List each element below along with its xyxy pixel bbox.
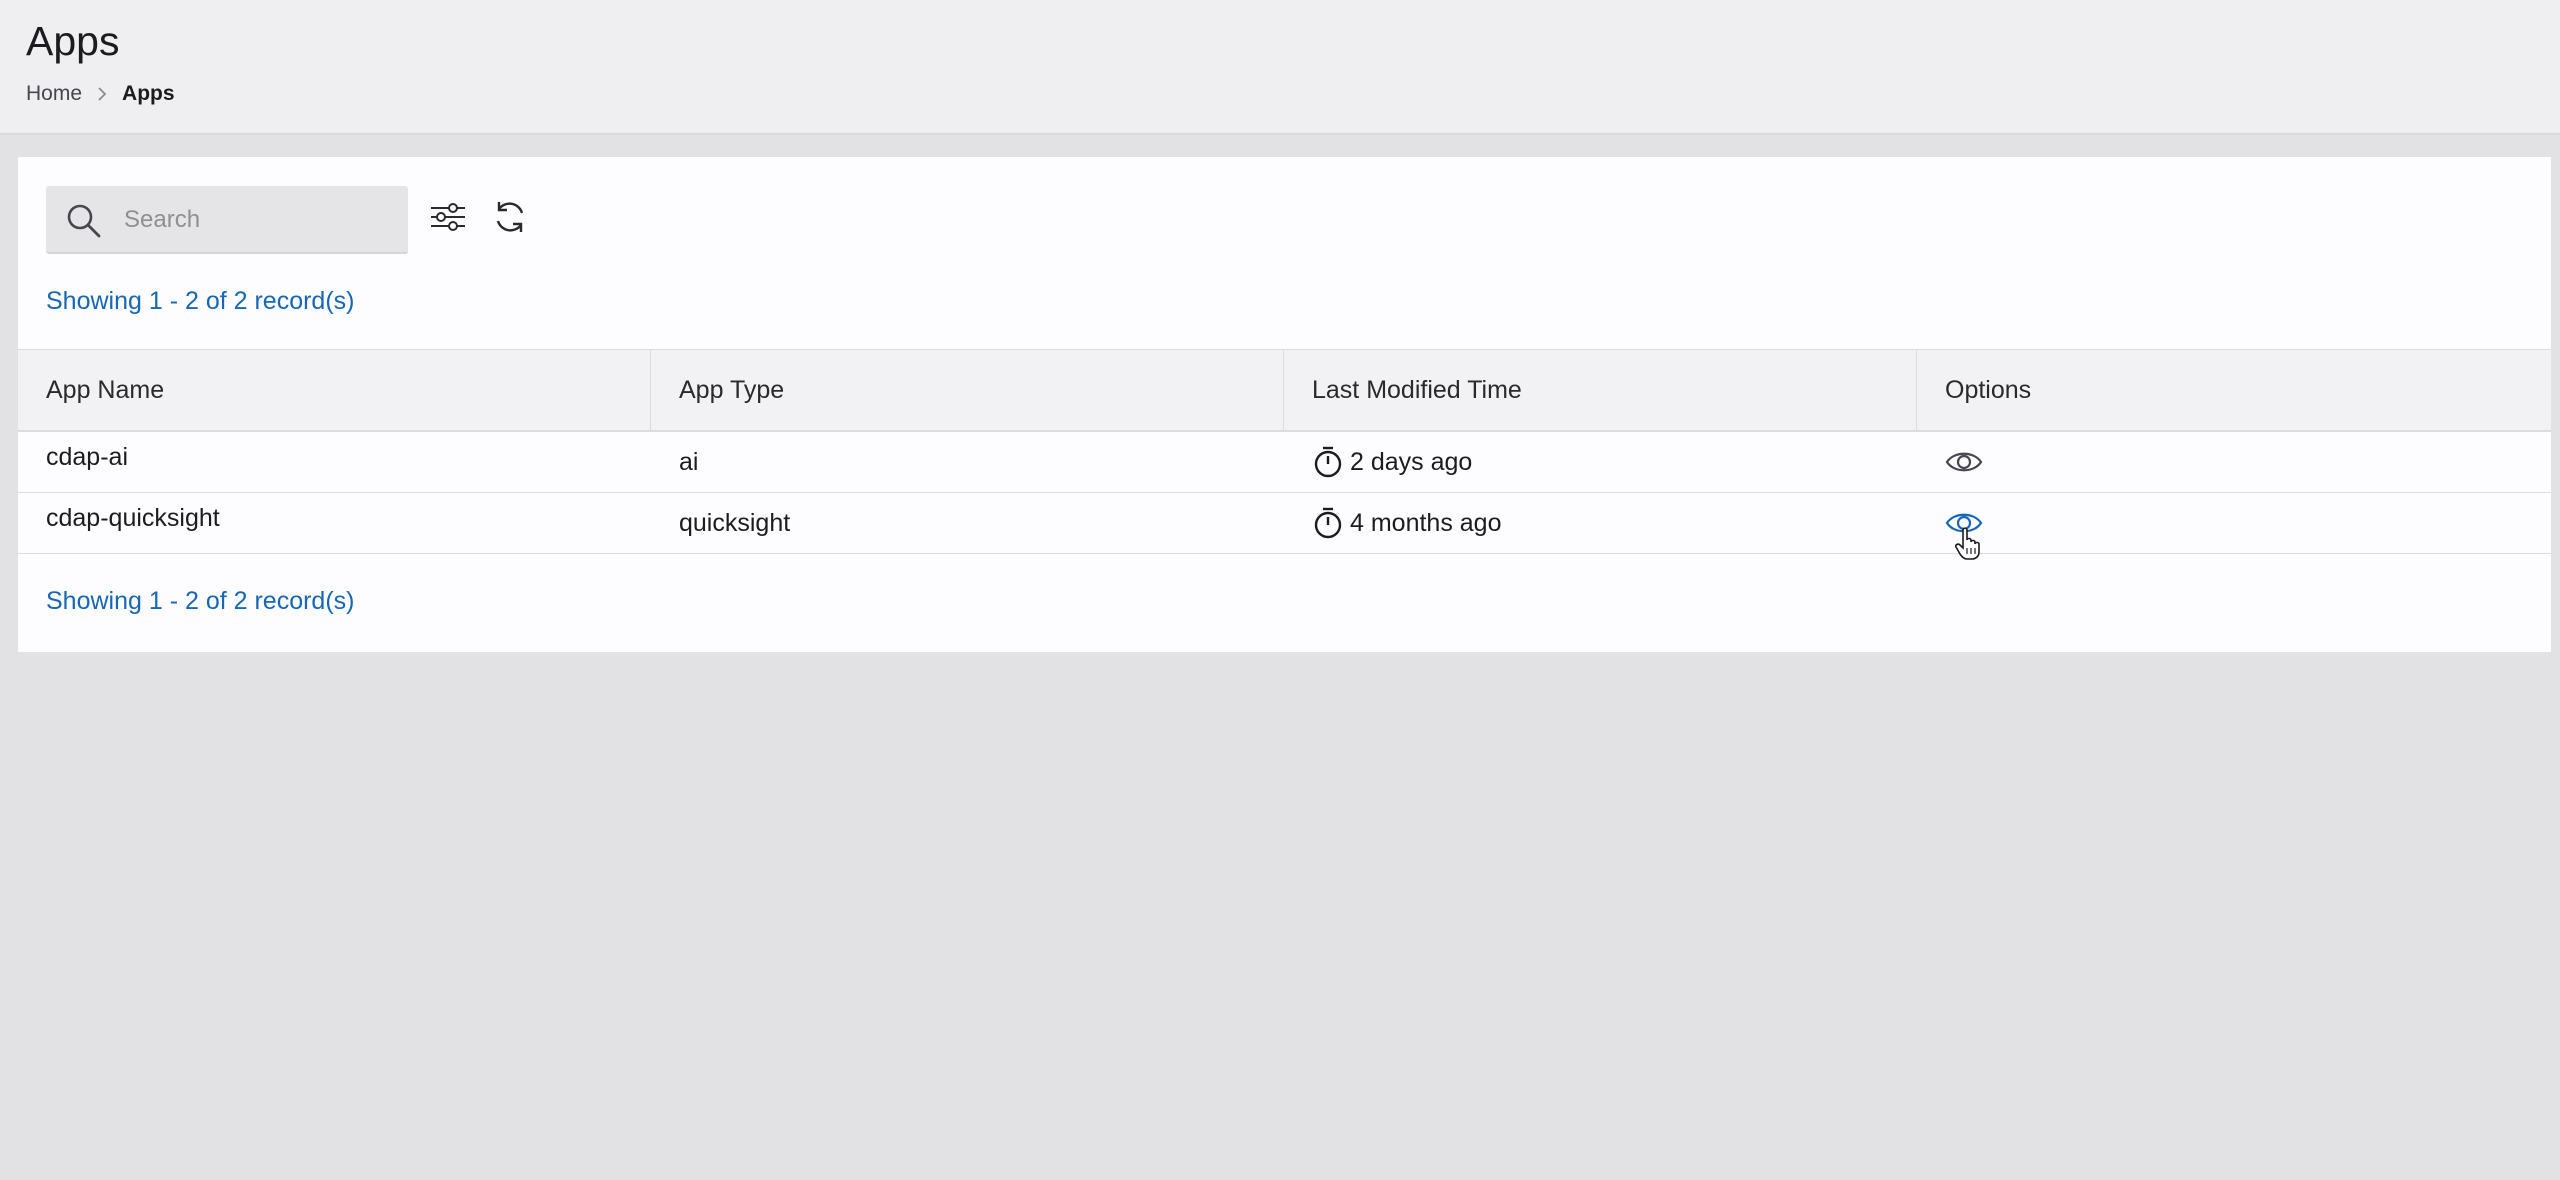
last-modified-text: 4 months ago — [1350, 508, 1502, 537]
breadcrumb-home-link[interactable]: Home — [26, 82, 82, 106]
last-modified-cell: 2 days ago — [1284, 432, 1917, 492]
filter-sliders-icon — [429, 202, 467, 237]
page-header: Apps Home Apps — [0, 0, 2560, 135]
search-icon — [66, 203, 102, 239]
table-header: App Name App Type Last Modified Time Opt… — [18, 349, 2551, 432]
table-row: cdap-quicksight quicksight 4 months ago — [18, 493, 2551, 560]
apps-panel: Showing 1 - 2 of 2 record(s) App Name Ap… — [18, 157, 2551, 652]
column-header-last-modified[interactable]: Last Modified Time — [1284, 350, 1917, 430]
last-modified-text: 2 days ago — [1350, 447, 1473, 476]
eye-icon[interactable] — [1945, 510, 1983, 560]
breadcrumb: Home Apps — [26, 82, 175, 106]
hand-cursor-icon — [1955, 526, 1981, 560]
table-row: cdap-ai ai 2 days ago — [18, 432, 2551, 493]
search-input[interactable] — [122, 200, 396, 240]
search-box[interactable] — [46, 186, 408, 254]
page-title: Apps — [26, 18, 120, 64]
app-name-cell: cdap-ai — [46, 443, 128, 471]
refresh-button[interactable] — [490, 199, 530, 239]
breadcrumb-current: Apps — [122, 82, 175, 105]
records-count-bottom: Showing 1 - 2 of 2 record(s) — [46, 587, 355, 615]
timer-icon — [1312, 506, 1344, 540]
column-header-options: Options — [1945, 375, 2032, 404]
timer-icon — [1312, 445, 1344, 479]
last-modified-cell: 4 months ago — [1284, 493, 1917, 553]
column-header-app-type[interactable]: App Type — [651, 350, 1284, 430]
eye-icon[interactable] — [1945, 449, 1983, 475]
chevron-right-icon — [96, 85, 108, 103]
filter-button[interactable] — [428, 199, 468, 239]
app-type-cell: ai — [679, 447, 699, 476]
refresh-icon — [492, 199, 528, 240]
column-header-app-name[interactable]: App Name — [18, 350, 651, 430]
options-cell — [1917, 432, 2551, 492]
app-name-cell: cdap-quicksight — [46, 504, 220, 532]
records-count-top: Showing 1 - 2 of 2 record(s) — [46, 287, 355, 315]
apps-table: App Name App Type Last Modified Time Opt… — [18, 349, 2551, 560]
app-type-cell: quicksight — [679, 508, 791, 537]
options-cell — [1917, 493, 2551, 560]
